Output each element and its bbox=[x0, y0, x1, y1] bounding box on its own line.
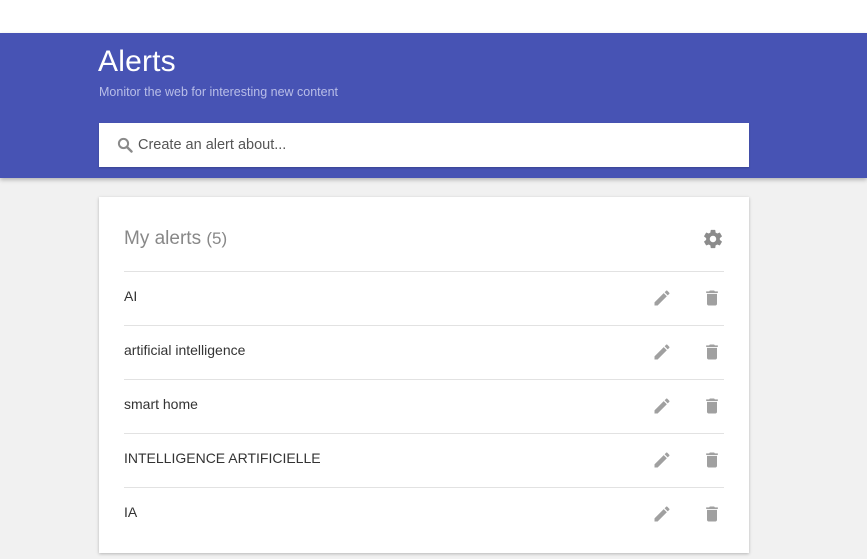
trash-icon bbox=[702, 341, 722, 363]
search-icon bbox=[117, 137, 133, 153]
my-alerts-title: My alerts (5) bbox=[124, 228, 227, 250]
pencil-icon bbox=[652, 450, 672, 470]
page-title: Alerts bbox=[98, 45, 176, 78]
gear-icon bbox=[702, 228, 724, 250]
alert-row: INTELLIGENCE ARTIFICIELLE bbox=[124, 434, 724, 488]
edit-alert-button[interactable] bbox=[652, 450, 672, 470]
alert-row: IA bbox=[124, 488, 724, 541]
trash-icon bbox=[702, 449, 722, 471]
create-alert-search-box[interactable] bbox=[99, 123, 749, 167]
alert-label: smart home bbox=[124, 396, 198, 412]
alert-label: INTELLIGENCE ARTIFICIELLE bbox=[124, 450, 321, 466]
delete-alert-button[interactable] bbox=[702, 395, 722, 417]
pencil-icon bbox=[652, 342, 672, 362]
alert-label: IA bbox=[124, 504, 138, 520]
page-subtitle: Monitor the web for interesting new cont… bbox=[99, 85, 339, 99]
edit-alert-button[interactable] bbox=[652, 342, 672, 362]
delete-alert-button[interactable] bbox=[702, 503, 722, 525]
my-alerts-header: My alerts (5) bbox=[124, 197, 724, 272]
trash-icon bbox=[702, 503, 722, 525]
delete-alert-button[interactable] bbox=[702, 341, 722, 363]
alert-label: artificial intelligence bbox=[124, 342, 246, 358]
edit-alert-button[interactable] bbox=[652, 396, 672, 416]
pencil-icon bbox=[652, 504, 672, 524]
my-alerts-title-text: My alerts bbox=[124, 228, 202, 249]
delete-alert-button[interactable] bbox=[702, 449, 722, 471]
alerts-header: Alerts Monitor the web for interesting n… bbox=[0, 33, 867, 178]
alert-row: AI bbox=[124, 272, 724, 326]
top-bar bbox=[0, 0, 867, 33]
alert-row: smart home bbox=[124, 380, 724, 434]
pencil-icon bbox=[652, 288, 672, 308]
my-alerts-card: My alerts (5) AI artificial intelligence… bbox=[99, 197, 749, 553]
edit-alert-button[interactable] bbox=[652, 504, 672, 524]
alert-row: artificial intelligence bbox=[124, 326, 724, 380]
edit-alert-button[interactable] bbox=[652, 288, 672, 308]
my-alerts-count: (5) bbox=[206, 229, 228, 248]
create-alert-input[interactable] bbox=[138, 131, 728, 159]
alerts-settings-button[interactable] bbox=[702, 228, 724, 250]
alert-list: AI artificial intelligence smart home IN… bbox=[124, 272, 724, 541]
trash-icon bbox=[702, 395, 722, 417]
alert-label: AI bbox=[124, 288, 138, 304]
delete-alert-button[interactable] bbox=[702, 287, 722, 309]
trash-icon bbox=[702, 287, 722, 309]
pencil-icon bbox=[652, 396, 672, 416]
